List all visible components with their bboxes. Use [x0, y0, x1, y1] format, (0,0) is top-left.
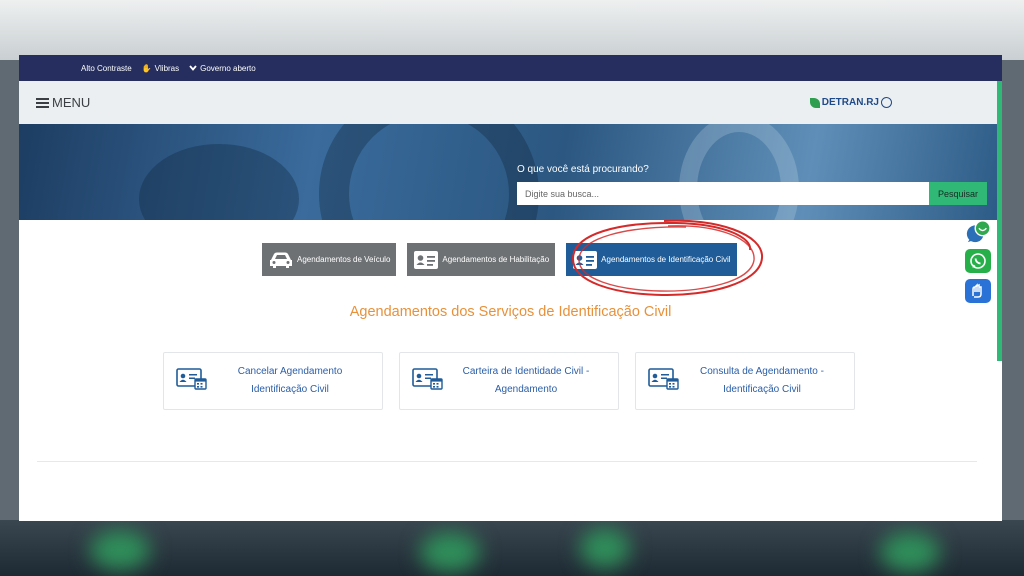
menu-label: MENU	[52, 95, 91, 110]
tab-vehicle[interactable]: Agendamentos de Veículo	[262, 243, 397, 276]
id-card-calendar-icon	[176, 367, 208, 396]
blurred-background-top	[0, 0, 1024, 60]
card-cancel-line2: Identificação Civil	[251, 384, 329, 395]
leaf-icon	[809, 97, 820, 108]
floating-buttons	[965, 219, 991, 303]
browser-page: Alto Contraste ✋ Vlibras Governo aberto …	[19, 55, 1002, 521]
open-government-label: Governo aberto	[200, 63, 256, 73]
car-icon	[268, 251, 294, 269]
menu-button[interactable]: MENU	[36, 95, 90, 110]
card-cancel-appointment[interactable]: Cancelar Agendamento Identificação Civil	[163, 352, 383, 410]
hero-banner: O que você está procurando? Pesquisar	[19, 124, 1002, 220]
chat-icon[interactable]	[965, 219, 991, 243]
hamburger-icon	[36, 97, 49, 108]
tab-driver-license[interactable]: Agendamentos de Habilitação	[407, 243, 556, 276]
id-card-icon	[413, 250, 439, 270]
site-header: MENU DETRAN.RJ	[19, 81, 1002, 124]
vlibras-label: Vlibras	[154, 63, 180, 73]
high-contrast-link[interactable]: Alto Contraste	[81, 64, 132, 73]
detran-logo[interactable]: DETRAN.RJ	[809, 97, 892, 108]
high-contrast-label: Alto Contraste	[81, 63, 132, 73]
search-label: O que você está procurando?	[517, 164, 649, 175]
seal-icon	[881, 97, 892, 108]
tab-driver-license-label: Agendamentos de Habilitação	[442, 255, 550, 264]
blurred-background-bottom	[0, 520, 1024, 576]
card-identity-card-appointment[interactable]: Carteira de Identidade Civil - Agendamen…	[399, 352, 619, 410]
service-cards: Cancelar Agendamento Identificação Civil	[163, 352, 855, 410]
scheduling-tabs: Agendamentos de Veículo Agendamentos de …	[262, 243, 737, 276]
hands-icon: ✋	[141, 63, 152, 73]
government-bar: Alto Contraste ✋ Vlibras Governo aberto	[19, 55, 1002, 81]
id-card-calendar-icon	[412, 367, 444, 396]
card-identity-line2: Agendamento	[494, 384, 558, 395]
card-cancel-line1: Cancelar Agendamento	[237, 366, 343, 377]
card-check-appointment[interactable]: Consulta de Agendamento - Identificação …	[635, 352, 855, 410]
section-title: Agendamentos dos Serviços de Identificaç…	[349, 304, 672, 320]
search-button[interactable]: Pesquisar	[929, 182, 987, 205]
tab-civil-identification-label: Agendamentos de Identificação Civil	[601, 255, 731, 264]
id-card-calendar-icon	[648, 367, 680, 396]
chevron-down-icon	[189, 64, 197, 73]
vlibras-link[interactable]: ✋ Vlibras	[142, 64, 179, 73]
card-check-line1: Consulta de Agendamento -	[700, 366, 824, 377]
card-identity-line1: Carteira de Identidade Civil -	[462, 366, 590, 377]
scrollbar[interactable]	[997, 81, 1002, 361]
logo-text: DETRAN.RJ	[821, 97, 879, 108]
search-area: O que você está procurando? Pesquisar	[517, 164, 987, 205]
sign-language-icon[interactable]	[965, 279, 991, 303]
tab-vehicle-label: Agendamentos de Veículo	[297, 255, 391, 264]
open-government-link[interactable]: Governo aberto	[189, 64, 256, 73]
card-check-line2: Identificação Civil	[723, 384, 801, 395]
id-card-icon	[572, 250, 598, 270]
tab-civil-identification[interactable]: Agendamentos de Identificação Civil	[566, 243, 737, 276]
search-input[interactable]	[517, 182, 929, 205]
footer-divider	[37, 461, 977, 462]
whatsapp-icon[interactable]	[965, 249, 991, 273]
